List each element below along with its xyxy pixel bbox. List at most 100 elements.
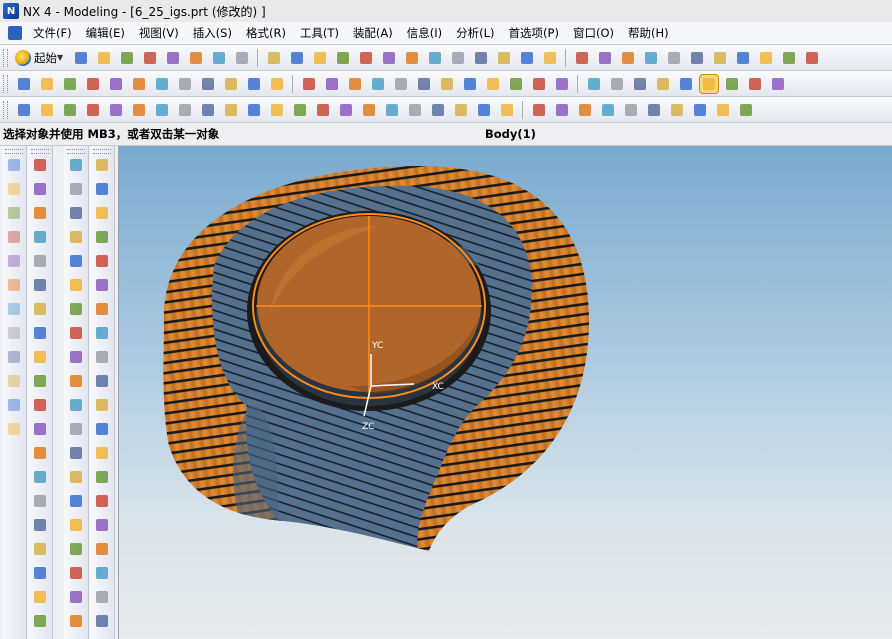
toolbar-tool-icon[interactable] (31, 372, 49, 390)
toolbar-tool-icon[interactable] (314, 101, 332, 119)
toolbar-tool-icon[interactable] (631, 75, 649, 93)
toolbar-tool-icon[interactable] (93, 348, 111, 366)
toolbar-tool-icon[interactable] (84, 101, 102, 119)
toolbar-tool-icon[interactable] (5, 276, 23, 294)
menu-view[interactable]: 视图(V) (132, 25, 186, 41)
toolbar-tool-icon[interactable] (596, 49, 614, 67)
toolbar-tool-icon[interactable] (31, 396, 49, 414)
toolbar-tool-icon[interactable] (403, 49, 421, 67)
toolbar-grip[interactable] (31, 149, 49, 154)
toolbar-tool-icon[interactable] (31, 300, 49, 318)
toolbar-tool-icon[interactable] (233, 49, 251, 67)
toolbar-tool-icon[interactable] (780, 49, 798, 67)
toolbar-tool-icon[interactable] (93, 420, 111, 438)
toolbar-tool-icon[interactable] (199, 101, 217, 119)
toolbar-tool-icon[interactable] (472, 49, 490, 67)
toolbar-tool-icon[interactable] (164, 49, 182, 67)
toolbar-tool-icon[interactable] (67, 180, 85, 198)
toolbar-tool-icon[interactable] (222, 101, 240, 119)
toolbar-grip[interactable] (3, 100, 8, 119)
toolbar-tool-icon[interactable] (67, 396, 85, 414)
toolbar-tool-icon[interactable] (31, 324, 49, 342)
toolbar-tool-icon[interactable] (541, 49, 559, 67)
toolbar-tool-icon[interactable] (769, 75, 787, 93)
toolbar-tool-icon[interactable] (67, 252, 85, 270)
menu-file[interactable]: 文件(F) (26, 25, 79, 41)
toolbar-tool-icon[interactable] (688, 49, 706, 67)
toolbar-tool-icon[interactable] (38, 101, 56, 119)
toolbar-tool-icon[interactable] (498, 101, 516, 119)
menu-help[interactable]: 帮助(H) (621, 25, 676, 41)
toolbar-tool-icon[interactable] (31, 276, 49, 294)
toolbar-tool-icon[interactable] (95, 49, 113, 67)
toolbar-tool-icon[interactable] (245, 75, 263, 93)
toolbar-tool-icon[interactable] (346, 75, 364, 93)
toolbar-tool-icon[interactable] (475, 101, 493, 119)
toolbar-tool-icon[interactable] (93, 588, 111, 606)
toolbar-tool-icon[interactable] (288, 49, 306, 67)
toolbar-tool-icon[interactable] (67, 540, 85, 558)
toolbar-tool-icon[interactable] (141, 49, 159, 67)
toolbar-tool-icon[interactable] (622, 101, 640, 119)
toolbar-tool-icon[interactable] (576, 101, 594, 119)
menu-information[interactable]: 信息(I) (400, 25, 449, 41)
toolbar-tool-icon[interactable] (118, 49, 136, 67)
toolbar-tool-icon[interactable] (84, 75, 102, 93)
toolbar-tool-icon[interactable] (5, 252, 23, 270)
toolbar-tool-icon[interactable] (452, 101, 470, 119)
toolbar-tool-icon[interactable] (5, 180, 23, 198)
toolbar-tool-icon[interactable] (426, 49, 444, 67)
toolbar-tool-icon[interactable] (5, 300, 23, 318)
toolbar-tool-icon[interactable] (67, 372, 85, 390)
menu-preferences[interactable]: 首选项(P) (502, 25, 566, 41)
toolbar-tool-icon[interactable] (645, 101, 663, 119)
toolbar-tool-icon[interactable] (31, 180, 49, 198)
toolbar-tool-icon[interactable] (449, 49, 467, 67)
toolbar-tool-icon[interactable] (93, 612, 111, 630)
model-view[interactable]: YC XC ZC (119, 146, 892, 639)
toolbar-tool-icon[interactable] (31, 348, 49, 366)
toolbar-tool-icon[interactable] (67, 444, 85, 462)
toolbar-tool-icon[interactable] (31, 444, 49, 462)
toolbar-grip[interactable] (67, 149, 85, 154)
toolbar-tool-icon[interactable] (93, 204, 111, 222)
toolbar-tool-icon[interactable] (93, 468, 111, 486)
toolbar-tool-icon[interactable] (691, 101, 709, 119)
toolbar-tool-icon[interactable] (130, 101, 148, 119)
toolbar-tool-icon[interactable] (495, 49, 513, 67)
toolbar-tool-icon[interactable] (67, 588, 85, 606)
toolbar-tool-icon[interactable] (61, 101, 79, 119)
toolbar-tool-icon[interactable] (5, 372, 23, 390)
menu-format[interactable]: 格式(R) (239, 25, 293, 41)
toolbar-tool-icon[interactable] (311, 49, 329, 67)
graphics-viewport[interactable]: YC XC ZC (119, 146, 892, 639)
toolbar-tool-icon[interactable] (714, 101, 732, 119)
toolbar-tool-icon[interactable] (38, 75, 56, 93)
toolbar-tool-icon[interactable] (734, 49, 752, 67)
toolbar-tool-icon[interactable] (67, 324, 85, 342)
toolbar-tool-icon[interactable] (15, 75, 33, 93)
toolbar-tool-icon[interactable] (107, 75, 125, 93)
toolbar-tool-icon[interactable] (530, 75, 548, 93)
toolbar-tool-icon[interactable] (392, 75, 410, 93)
toolbar-tool-icon[interactable] (222, 75, 240, 93)
toolbar-tool-icon[interactable] (5, 420, 23, 438)
toolbar-tool-icon[interactable] (31, 492, 49, 510)
toolbar-tool-icon[interactable] (608, 75, 626, 93)
toolbar-tool-icon[interactable] (406, 101, 424, 119)
toolbar-tool-icon[interactable] (67, 300, 85, 318)
toolbar-tool-icon[interactable] (93, 516, 111, 534)
toolbar-tool-icon[interactable] (31, 612, 49, 630)
toolbar-tool-icon[interactable] (15, 101, 33, 119)
toolbar-tool-icon[interactable] (268, 101, 286, 119)
toolbar-tool-icon[interactable] (323, 75, 341, 93)
toolbar-tool-icon[interactable] (668, 101, 686, 119)
toolbar-tool-icon[interactable] (67, 228, 85, 246)
model-body[interactable] (119, 146, 892, 639)
toolbar-tool-icon[interactable] (31, 516, 49, 534)
toolbar-tool-icon[interactable] (291, 101, 309, 119)
toolbar-tool-icon[interactable] (31, 420, 49, 438)
toolbar-tool-icon[interactable] (67, 276, 85, 294)
toolbar-tool-icon[interactable] (67, 492, 85, 510)
toolbar-tool-icon[interactable] (67, 468, 85, 486)
